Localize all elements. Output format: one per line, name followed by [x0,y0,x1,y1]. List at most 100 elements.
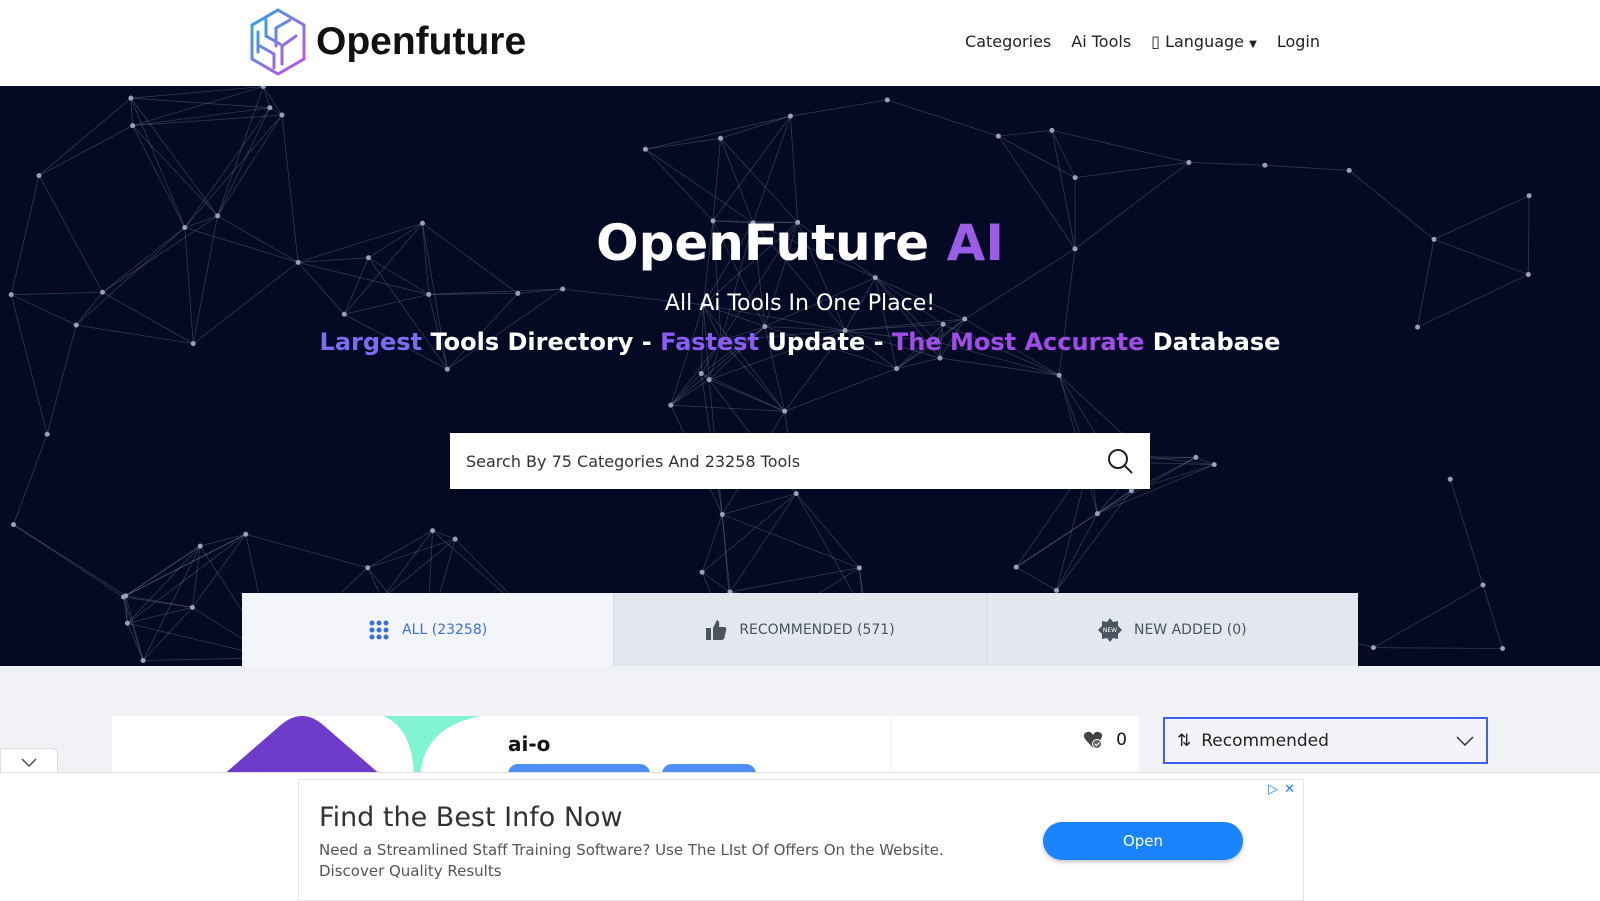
network-line [645,138,720,149]
hero-section: OpenFuture AI All Ai Tools In One Place!… [0,86,1600,666]
close-icon[interactable]: ✕ [1284,782,1295,797]
network-line [671,405,785,411]
network-line [185,108,270,228]
network-line [701,374,784,412]
network-line [263,87,270,108]
network-line [998,130,1051,136]
likes-panel: 0 [891,716,1139,776]
network-line [127,607,192,623]
network-node [125,621,130,626]
network-line [382,539,455,599]
network-line [368,539,455,568]
network-node [279,113,284,118]
nav-login[interactable]: Login [1277,32,1320,51]
network-node [894,366,899,371]
network-line [131,98,185,227]
tab-new-added[interactable]: NEW NEW ADDED (0) [986,593,1358,666]
tab-all[interactable]: ALL (23258) [242,593,613,666]
network-background [0,86,1600,666]
network-line [1016,491,1131,567]
brand-logo[interactable]: Openfuture [246,6,526,78]
network-line [721,116,791,138]
network-line [785,369,897,412]
network-line [722,515,859,568]
network-line [123,546,200,597]
hero-tagline: Largest Tools Directory - Fastest Update… [0,328,1600,356]
ad-headline[interactable]: Find the Best Info Now [319,802,623,833]
network-node [445,367,450,372]
network-line [998,136,1075,178]
network-node [668,403,673,408]
search-input[interactable] [466,452,1106,471]
network-line [127,546,200,623]
grid-icon [368,619,390,641]
top-navbar: Openfuture Categories Ai Tools ▯ Languag… [0,0,1600,86]
network-line [1052,130,1189,162]
chevron-down-icon [1456,736,1474,746]
network-line [897,358,940,369]
tagline-segment: The Most Accurate [892,328,1144,356]
search-icon[interactable] [1106,447,1134,475]
likes-count: 0 [1116,730,1127,750]
tab-label: RECOMMENDED (571) [739,622,894,638]
network-node [130,123,135,128]
network-line [133,115,282,126]
network-line [39,126,133,176]
network-line [887,100,998,136]
tool-tabs: ALL (23258) RECOMMENDED (571) NEW NEW AD… [242,593,1358,666]
network-node [700,570,705,575]
network-line [940,358,1059,375]
network-node [430,528,435,533]
heart-check-icon[interactable] [1083,730,1103,750]
network-line [1450,479,1483,585]
network-line [1373,648,1502,649]
hero-title: OpenFuture AI [0,214,1600,272]
nav-ai-tools[interactable]: Ai Tools [1071,32,1131,51]
network-line [671,380,709,405]
network-node [141,658,146,663]
tool-card[interactable]: ai-o [112,716,890,776]
sort-select[interactable]: ⇅ Recommended [1163,717,1488,764]
network-line [671,374,701,406]
tagline-segment: Update - [759,328,892,356]
network-line [14,525,124,597]
caret-down-icon: ▼ [1249,39,1257,50]
network-line [131,98,270,108]
ad-controls: ▷✕ [1268,782,1295,797]
network-node [794,491,799,496]
network-node [190,605,195,610]
nav-categories[interactable]: Categories [965,32,1051,51]
sort-icon: ⇅ [1177,731,1191,751]
nav-language-dropdown[interactable]: ▯ Language ▼ [1151,32,1257,51]
network-line [143,546,200,660]
ad-description: Need a Streamlined Staff Training Softwa… [319,840,979,882]
network-node [37,173,42,178]
network-line [790,116,797,222]
adchoices-icon[interactable]: ▷ [1268,782,1278,797]
network-line [382,531,433,599]
network-node [720,512,725,517]
network-node [857,565,862,570]
tagline-segment: Tools Directory - [422,328,660,356]
network-node [1500,646,1505,651]
ad-open-button[interactable]: Open [1043,822,1243,860]
network-line [123,597,143,661]
network-line [143,607,192,660]
tool-thumbnail [192,716,482,776]
network-node [128,96,133,101]
network-line [133,126,218,216]
network-line [246,534,368,567]
network-line [730,494,796,592]
tool-name[interactable]: ai-o [508,732,550,756]
chevron-down-icon [21,758,37,767]
network-node [718,136,723,141]
network-node [74,323,79,328]
network-node [121,595,126,600]
ad-unit[interactable]: ▷✕ Find the Best Info Now Need a Streaml… [298,779,1304,901]
network-node [1049,128,1054,133]
tab-recommended[interactable]: RECOMMENDED (571) [613,593,985,666]
network-line [1265,165,1349,170]
network-line [263,87,282,116]
network-node [1526,272,1531,277]
network-node [198,544,203,549]
